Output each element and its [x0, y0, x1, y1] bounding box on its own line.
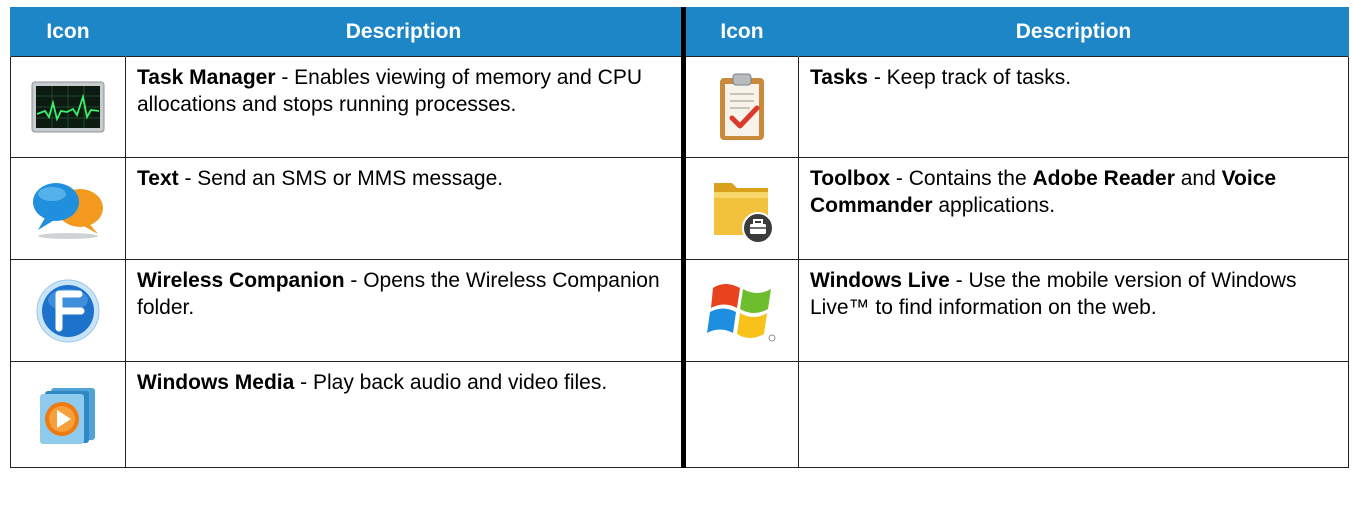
windows-live-icon: [707, 283, 776, 341]
app-name-adobe-reader: Adobe Reader: [1032, 167, 1175, 190]
description-cell: Windows Live - Use the mobile version of…: [798, 259, 1349, 362]
icon-description-table: Icon Description Icon Description Task M…: [10, 7, 1349, 468]
tasks-icon: [720, 73, 764, 140]
empty-description-cell: [798, 361, 1349, 468]
icon-cell: [10, 56, 126, 158]
wireless-companion-icon: [36, 279, 100, 342]
table-row: Wireless Companion - Opens the Wireless …: [10, 259, 1349, 362]
app-name: Windows Live: [810, 269, 950, 292]
description-column-header: Description: [125, 7, 684, 57]
app-name: Wireless Companion: [137, 269, 345, 292]
app-description: - Play back audio and video files.: [294, 371, 608, 394]
text-messaging-icon: [33, 182, 103, 239]
description-cell: Toolbox - Contains the Adobe Reader and …: [798, 157, 1349, 260]
app-name: Text: [137, 167, 179, 190]
empty-icon-cell: [681, 361, 799, 468]
app-name: Windows Media: [137, 371, 295, 394]
table-row: Task Manager - Enables viewing of memory…: [10, 56, 1349, 158]
app-description: and: [1174, 167, 1222, 190]
app-description: applications.: [932, 194, 1056, 217]
icon-cell: [10, 259, 126, 362]
description-cell: Text - Send an SMS or MMS message.: [125, 157, 684, 260]
app-name: Task Manager: [137, 66, 276, 89]
description-cell: Task Manager - Enables viewing of memory…: [125, 56, 684, 158]
icon-cell: [10, 157, 126, 260]
description-column-header: Description: [798, 7, 1349, 57]
icon-column-header: Icon: [10, 7, 126, 57]
table-row: Windows Media - Play back audio and vide…: [10, 361, 1349, 468]
windows-media-icon: [40, 387, 95, 444]
app-description: - Keep track of tasks.: [868, 66, 1072, 89]
description-cell: Tasks - Keep track of tasks.: [798, 56, 1349, 158]
task-manager-icon: [31, 81, 105, 133]
icon-cell: [10, 361, 126, 468]
description-cell: Wireless Companion - Opens the Wireless …: [125, 259, 684, 362]
app-description: - Contains the: [890, 167, 1033, 190]
description-cell: Windows Media - Play back audio and vide…: [125, 361, 684, 468]
icon-column-header: Icon: [681, 7, 799, 57]
toolbox-icon: [714, 182, 774, 244]
table-row: Text - Send an SMS or MMS message. Toolb…: [10, 157, 1349, 260]
icon-cell: [681, 56, 799, 158]
app-description: - Send an SMS or MMS message.: [178, 167, 504, 190]
icon-cell: [681, 157, 799, 260]
icon-cell: [681, 259, 799, 362]
table-header-row: Icon Description Icon Description: [10, 7, 1349, 57]
app-name: Toolbox: [810, 167, 891, 190]
app-name: Tasks: [810, 66, 868, 89]
